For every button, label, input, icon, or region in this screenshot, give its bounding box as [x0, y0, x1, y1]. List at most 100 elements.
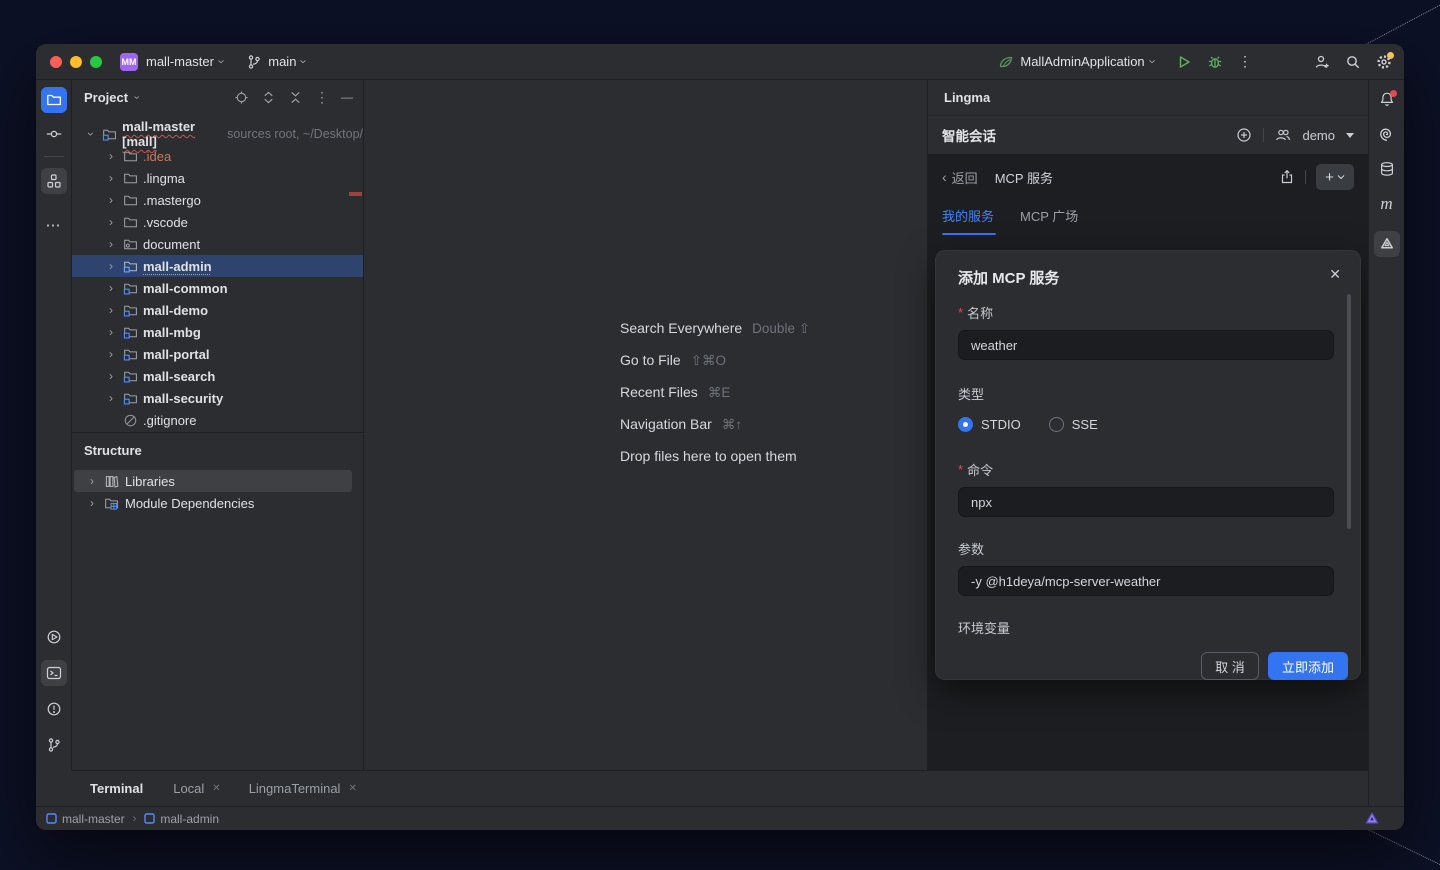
- tree-item-mall-mbg[interactable]: › mall-mbg: [72, 321, 363, 343]
- chevron-right-icon[interactable]: ›: [105, 369, 117, 383]
- tree-item-hint: sources root, ~/Desktop/: [227, 127, 363, 141]
- notifications-button[interactable]: [1379, 90, 1397, 107]
- name-input[interactable]: [958, 330, 1334, 360]
- close-tab-icon[interactable]: ✕: [348, 783, 356, 794]
- tree-item-mastergo[interactable]: › .mastergo: [72, 189, 363, 211]
- chevron-right-icon[interactable]: ›: [86, 474, 98, 488]
- breadcrumb-mall-admin[interactable]: mall-admin: [144, 812, 219, 826]
- terminal-tab-lingma[interactable]: LingmaTerminal ✕: [249, 781, 357, 796]
- services-toolwindow-button[interactable]: [46, 629, 62, 645]
- dialog-scrollbar[interactable]: [1347, 294, 1351, 529]
- settings-button[interactable]: [1376, 51, 1394, 70]
- chevron-right-icon[interactable]: ›: [105, 391, 117, 405]
- lingma-toolwindow-button[interactable]: [1373, 231, 1400, 257]
- module-folder-icon: [122, 280, 138, 296]
- tab-mcp-marketplace[interactable]: MCP 广场: [1020, 206, 1078, 235]
- project-panel-title[interactable]: Project: [84, 90, 128, 105]
- select-opened-file-button[interactable]: [234, 90, 249, 105]
- maximize-window-button[interactable]: [90, 55, 102, 68]
- run-configuration-selector[interactable]: MallAdminApplication ›: [998, 54, 1160, 70]
- more-toolwindows-button[interactable]: ⋯: [46, 216, 62, 234]
- tree-item-idea[interactable]: › .idea: [72, 145, 363, 167]
- chevron-down-icon[interactable]: [1346, 132, 1354, 138]
- breadcrumb-mall-master[interactable]: mall-master: [46, 812, 125, 826]
- chevron-right-icon[interactable]: ›: [105, 303, 117, 317]
- minimize-window-button[interactable]: [70, 55, 82, 68]
- radio-stdio[interactable]: STDIO: [958, 417, 1021, 432]
- tree-item-root[interactable]: › mall-master [mall] sources root, ~/Des…: [72, 119, 363, 149]
- account-icon: [1276, 129, 1291, 141]
- more-actions-button[interactable]: ⋮: [1238, 53, 1253, 70]
- command-input[interactable]: [958, 487, 1334, 517]
- tab-my-services[interactable]: 我的服务: [942, 206, 997, 235]
- close-window-button[interactable]: [50, 55, 62, 68]
- debug-button[interactable]: [1207, 54, 1223, 70]
- tree-item-mall-security[interactable]: › mall-security: [72, 387, 363, 409]
- hide-panel-button[interactable]: —: [341, 91, 353, 103]
- chevron-right-icon[interactable]: ›: [105, 193, 117, 207]
- problems-toolwindow-button[interactable]: [46, 701, 62, 717]
- tree-item-lingma[interactable]: › .lingma: [72, 167, 363, 189]
- tree-item-mall-common[interactable]: › mall-common: [72, 277, 363, 299]
- back-button[interactable]: 返回: [952, 168, 978, 187]
- args-input[interactable]: [958, 566, 1334, 596]
- submit-button[interactable]: 立即添加: [1268, 652, 1348, 680]
- tree-item-mall-demo[interactable]: › mall-demo: [72, 299, 363, 321]
- lingma-panel-title: Lingma: [944, 90, 991, 105]
- module-icon: [144, 813, 156, 824]
- lingma-status-icon[interactable]: [1364, 811, 1380, 827]
- panel-options-button[interactable]: ⋮: [315, 90, 329, 104]
- command-field-label: * 命令: [958, 462, 994, 478]
- add-mcp-service-button[interactable]: +: [1316, 164, 1354, 190]
- project-selector[interactable]: mall-master ›: [146, 54, 230, 69]
- chevron-right-icon[interactable]: ›: [105, 149, 117, 163]
- chevron-right-icon[interactable]: ›: [105, 281, 117, 295]
- terminal-tab-local[interactable]: Local ✕: [173, 781, 220, 796]
- back-chevron-icon[interactable]: ‹: [942, 169, 947, 185]
- database-icon[interactable]: [1379, 161, 1395, 177]
- maven-icon[interactable]: m: [1380, 195, 1392, 212]
- tree-item-label: mall-portal: [143, 346, 210, 362]
- tree-item-label: mall-admin: [143, 258, 212, 274]
- left-activity-bar-extension: [36, 770, 72, 806]
- tree-item-gitignore[interactable]: .gitignore: [72, 409, 363, 431]
- close-tab-icon[interactable]: ✕: [212, 783, 220, 794]
- tree-item-document[interactable]: › document: [72, 233, 363, 255]
- collapse-all-button[interactable]: [288, 90, 303, 105]
- tree-item-mall-portal[interactable]: › mall-portal: [72, 343, 363, 365]
- chevron-right-icon[interactable]: ›: [105, 325, 117, 339]
- account-name[interactable]: demo: [1302, 128, 1335, 143]
- commit-toolwindow-button[interactable]: [46, 126, 62, 142]
- chevron-right-icon[interactable]: ›: [105, 237, 117, 251]
- branch-selector[interactable]: main ›: [246, 54, 312, 70]
- add-user-button[interactable]: [1314, 54, 1330, 70]
- tree-item-mall-admin[interactable]: › mall-admin: [72, 255, 363, 277]
- tree-item-vscode[interactable]: › .vscode: [72, 211, 363, 233]
- expand-all-button[interactable]: [261, 90, 276, 105]
- chevron-right-icon[interactable]: ›: [105, 215, 117, 229]
- ai-assistant-spiral-icon[interactable]: [1379, 126, 1395, 142]
- chevron-right-icon[interactable]: ›: [105, 171, 117, 185]
- run-button[interactable]: [1176, 54, 1192, 70]
- structure-item-libraries[interactable]: › Libraries: [74, 470, 352, 492]
- git-toolwindow-button[interactable]: [46, 737, 62, 753]
- project-toolwindow-button[interactable]: [40, 87, 67, 113]
- plus-icon: +: [1325, 168, 1334, 186]
- tree-item-mall-search[interactable]: › mall-search: [72, 365, 363, 387]
- required-mark: *: [958, 462, 964, 477]
- structure-toolwindow-button[interactable]: [40, 168, 67, 194]
- chevron-right-icon[interactable]: ›: [105, 347, 117, 361]
- close-icon[interactable]: ✕: [1329, 266, 1341, 283]
- terminal-toolwindow-button[interactable]: [40, 660, 67, 686]
- chevron-expanded-icon[interactable]: ›: [84, 129, 98, 139]
- chevron-right-icon[interactable]: ›: [86, 496, 98, 510]
- export-icon[interactable]: [1279, 169, 1295, 185]
- terminal-title[interactable]: Terminal: [90, 781, 143, 796]
- new-session-button[interactable]: [1236, 127, 1252, 143]
- cancel-button[interactable]: 取 消: [1201, 652, 1259, 680]
- radio-sse[interactable]: SSE: [1048, 417, 1098, 432]
- search-icon[interactable]: [1345, 54, 1361, 70]
- structure-item-module-dependencies[interactable]: › Module Dependencies: [72, 492, 363, 514]
- shortcut-keys: ⇧⌘O: [690, 353, 727, 368]
- chevron-right-icon[interactable]: ›: [105, 259, 117, 273]
